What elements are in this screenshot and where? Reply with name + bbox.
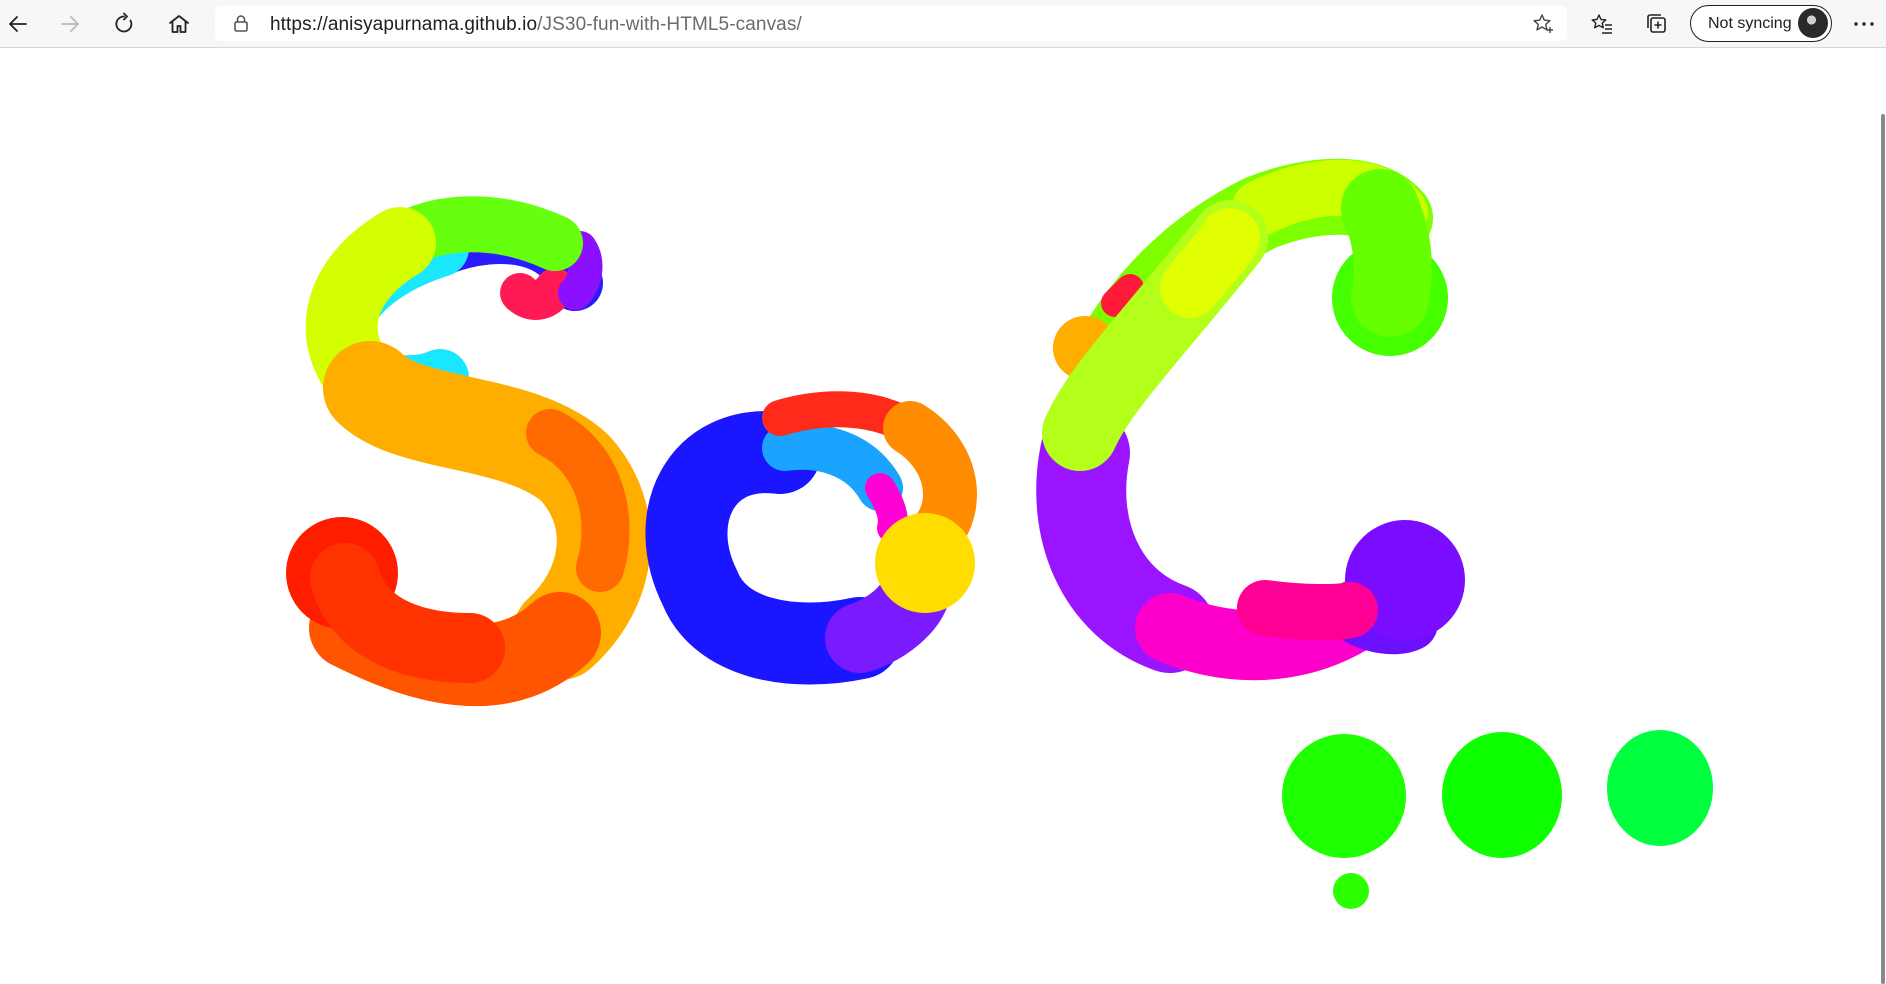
drawing-canvas[interactable] — [0, 48, 1880, 937]
scrollbar-track[interactable] — [1880, 48, 1886, 984]
browser-toolbar: https://anisyapurnama.github.io/JS30-fun… — [0, 0, 1886, 48]
refresh-button[interactable] — [106, 6, 142, 42]
scrollbar-thumb[interactable] — [1881, 114, 1885, 984]
stroke-c-pink — [1237, 580, 1378, 641]
collections-button[interactable] — [1639, 6, 1675, 42]
stroke-o-orange — [883, 401, 977, 555]
stroke-o-yellow-end — [875, 513, 975, 613]
forward-button[interactable] — [52, 6, 88, 42]
address-bar[interactable]: https://anisyapurnama.github.io/JS30-fun… — [215, 6, 1567, 41]
dot-1 — [1282, 734, 1406, 858]
stroke-o-magenta — [865, 473, 908, 543]
favorites-icon — [1591, 14, 1612, 34]
sync-profile-button[interactable]: Not syncing — [1690, 5, 1832, 42]
url-text[interactable]: https://anisyapurnama.github.io/JS30-fun… — [270, 14, 802, 36]
dot-3 — [1607, 730, 1713, 846]
stroke-c-red-dot — [1101, 274, 1144, 317]
star-add-icon[interactable] — [1531, 12, 1555, 36]
back-arrow-icon — [9, 16, 27, 32]
home-icon — [169, 15, 189, 33]
more-icon[interactable] — [1850, 11, 1878, 37]
url-path: /JS30-fun-with-HTML5-canvas/ — [537, 14, 802, 35]
dot-2 — [1442, 732, 1562, 858]
favorites-button[interactable] — [1584, 6, 1620, 42]
stroke-s-bottom-red — [310, 543, 505, 683]
forward-arrow-icon — [61, 16, 79, 32]
refresh-icon — [115, 12, 133, 33]
url-host: https://anisyapurnama.github.io — [270, 14, 538, 35]
home-button[interactable] — [161, 6, 197, 42]
avatar — [1798, 8, 1828, 38]
stroke-s-red-tip — [500, 268, 575, 320]
stroke-c-green-top — [1341, 169, 1432, 337]
stroke-c-yellow-tip — [1160, 208, 1260, 318]
back-button[interactable] — [0, 6, 36, 42]
lock-icon — [234, 15, 248, 32]
dot-1-small — [1333, 873, 1369, 909]
sync-status: Not syncing — [1708, 15, 1792, 32]
brush-strokes — [286, 158, 1713, 909]
collections-icon — [1647, 14, 1666, 33]
